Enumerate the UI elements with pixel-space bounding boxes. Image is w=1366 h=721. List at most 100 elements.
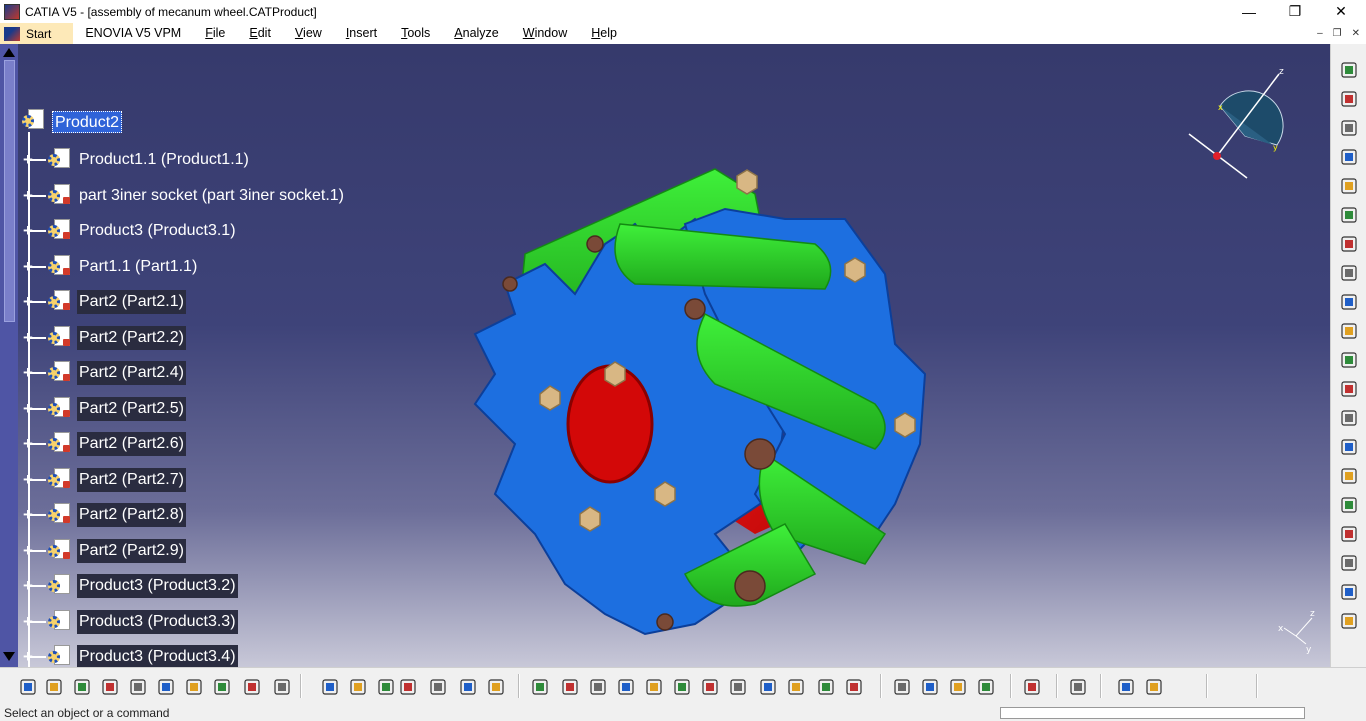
iso-view-icon[interactable] [758, 677, 778, 697]
graph-tree-icon[interactable] [1339, 379, 1359, 397]
menu-help[interactable]: Help [579, 23, 629, 44]
measure-icon[interactable] [948, 677, 968, 697]
menu-enovia[interactable]: ENOVIA V5 VPM [73, 23, 193, 44]
sketch-icon[interactable] [1116, 677, 1136, 697]
tree-node-label[interactable]: Part1.1 (Part1.1) [77, 255, 199, 279]
print-icon[interactable] [100, 677, 120, 697]
inertia-icon[interactable] [976, 677, 996, 697]
toolbar-separator [1056, 674, 1058, 698]
scroll-thumb[interactable] [4, 60, 15, 322]
doc-close-button[interactable]: ✕ [1352, 28, 1360, 39]
restore-button[interactable]: ❐ [1272, 0, 1318, 23]
existing-component-icon[interactable] [1339, 234, 1359, 252]
parameters-icon[interactable] [486, 677, 506, 697]
whats-this-icon[interactable] [272, 677, 292, 697]
tree-node-label[interactable]: Part2 (Part2.5) [77, 396, 186, 421]
snapshot-icon[interactable] [920, 677, 940, 697]
shading-icon[interactable] [786, 677, 806, 697]
tree-node-label[interactable]: Part2 (Part2.8) [77, 503, 186, 527]
constraint-icon[interactable] [1339, 89, 1359, 107]
menu-edit[interactable]: Edit [237, 23, 283, 44]
tree-node-label[interactable]: Part2 (Part2.7) [77, 467, 186, 492]
numbering-icon[interactable] [1339, 437, 1359, 455]
new-icon[interactable] [18, 677, 38, 697]
tree-node-label[interactable]: Part2 (Part2.9) [77, 538, 186, 563]
publish-icon[interactable] [1339, 553, 1359, 571]
tree-node-label[interactable]: Product3 (Product3.1) [77, 219, 238, 243]
comment-icon[interactable] [348, 677, 368, 697]
redo-icon[interactable] [242, 677, 262, 697]
camera-icon[interactable] [892, 677, 912, 697]
multi-view-icon[interactable] [728, 677, 748, 697]
tree-node-label[interactable]: Product3 (Product3.3) [77, 609, 238, 634]
rotate-icon[interactable] [616, 677, 636, 697]
close-button[interactable]: ✕ [1318, 0, 1364, 23]
constraint4-icon[interactable] [1339, 176, 1359, 194]
tree-node-label[interactable]: Part2 (Part2.4) [77, 361, 186, 385]
menu-file[interactable]: File [193, 23, 237, 44]
tree-root-product2[interactable]: Product2 [52, 111, 123, 133]
scene-icon[interactable] [1339, 611, 1359, 629]
hand-icon[interactable] [376, 677, 396, 697]
tree-node-label[interactable]: part 3iner socket (part 3iner socket.1) [77, 184, 346, 208]
save-icon[interactable] [72, 677, 92, 697]
fly-mode-icon[interactable] [530, 677, 550, 697]
command-input[interactable] [1000, 707, 1305, 719]
paste-icon[interactable] [184, 677, 204, 697]
part-icon [46, 289, 72, 315]
fast-multi-icon[interactable] [1339, 524, 1359, 542]
update-icon[interactable] [1068, 677, 1088, 697]
scroll-up-arrow[interactable] [3, 48, 15, 57]
scroll-down-arrow[interactable] [3, 652, 15, 661]
new-product-icon[interactable] [1339, 263, 1359, 281]
new-part-icon[interactable] [1339, 292, 1359, 310]
undo-icon[interactable] [212, 677, 232, 697]
zoom-in-icon[interactable] [644, 677, 664, 697]
formula-icon[interactable] [320, 677, 340, 697]
zoom-out-icon[interactable] [672, 677, 692, 697]
tree-node-label[interactable]: Part2 (Part2.2) [77, 325, 186, 350]
tree-node-label[interactable]: Product3 (Product3.4) [77, 645, 238, 667]
3d-viewport[interactable]: Product2 + Product1.1 (Product1.1) + part 3… [0, 44, 1330, 667]
table-icon[interactable] [398, 677, 418, 697]
swap-visible-icon[interactable] [844, 677, 864, 697]
copy-icon[interactable] [156, 677, 176, 697]
menu-window[interactable]: Window [511, 23, 579, 44]
compass-widget[interactable]: z x y [1185, 66, 1295, 184]
multi-instantiation-icon[interactable] [1339, 466, 1359, 484]
pan-icon[interactable] [588, 677, 608, 697]
minimize-button[interactable]: — [1226, 0, 1272, 23]
bom-icon[interactable] [1339, 582, 1359, 600]
mecanum-wheel-model[interactable] [455, 114, 935, 644]
catia-logo-icon[interactable] [1144, 677, 1164, 697]
replace-icon[interactable] [1339, 350, 1359, 368]
gears-icon[interactable] [1339, 60, 1359, 78]
new-component-icon[interactable] [1339, 321, 1359, 339]
tree-expand-icon[interactable] [428, 677, 448, 697]
bolt-icon[interactable] [1022, 677, 1042, 697]
tree-node-label[interactable]: Part2 (Part2.6) [77, 432, 186, 456]
menu-analyze[interactable]: Analyze [442, 23, 510, 44]
constraint2-icon[interactable] [1339, 118, 1359, 136]
constraint3-icon[interactable] [1339, 147, 1359, 165]
fit-all-icon[interactable] [560, 677, 580, 697]
doc-minimize-button[interactable]: – [1317, 28, 1323, 39]
hide-show-icon[interactable] [816, 677, 836, 697]
select-icon[interactable] [1339, 205, 1359, 223]
normal-view-icon[interactable] [700, 677, 720, 697]
catalog-icon[interactable] [458, 677, 478, 697]
doc-restore-button[interactable]: ❐ [1333, 28, 1342, 39]
product-icon [46, 573, 72, 599]
reorder-icon[interactable] [1339, 408, 1359, 426]
explode-icon[interactable] [1339, 495, 1359, 513]
menu-view[interactable]: View [283, 23, 334, 44]
menu-start[interactable]: Start [0, 23, 74, 44]
menu-insert[interactable]: Insert [334, 23, 389, 44]
tree-scrollbar[interactable] [0, 44, 18, 667]
tree-node-label[interactable]: Product1.1 (Product1.1) [77, 148, 251, 172]
tree-node-label[interactable]: Product3 (Product3.2) [77, 574, 238, 598]
tree-node-label[interactable]: Part2 (Part2.1) [77, 290, 186, 314]
menu-tools[interactable]: Tools [389, 23, 442, 44]
cut-icon[interactable] [128, 677, 148, 697]
open-icon[interactable] [44, 677, 64, 697]
